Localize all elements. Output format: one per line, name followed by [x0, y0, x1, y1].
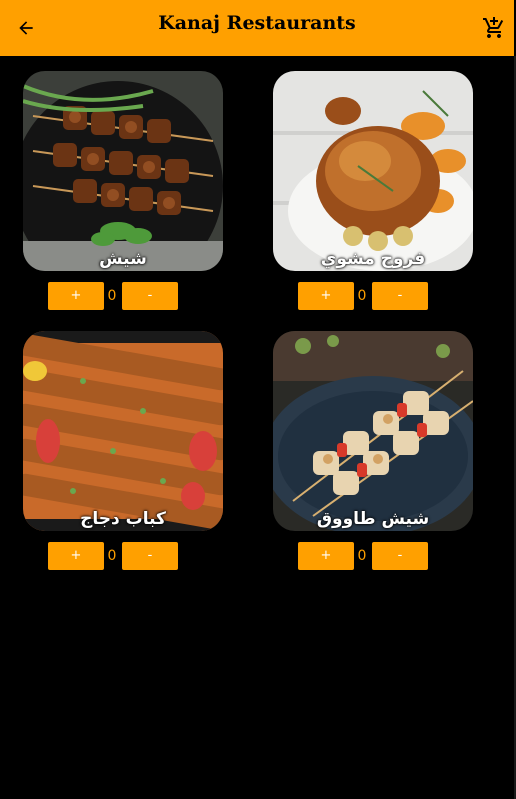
food-image[interactable]: فروج مشوي: [273, 71, 473, 271]
decrease-quantity-button[interactable]: -: [372, 542, 428, 570]
item-name: شيش: [99, 249, 147, 269]
food-image[interactable]: شيش: [23, 71, 223, 271]
increase-quantity-button[interactable]: +: [48, 282, 104, 310]
increase-quantity-button[interactable]: +: [48, 542, 104, 570]
app-bar: Kanaj Restaurants: [0, 0, 514, 56]
decrease-quantity-button[interactable]: -: [122, 282, 178, 310]
add-shopping-cart-icon: [483, 17, 504, 38]
food-image[interactable]: شيش طاووق: [273, 331, 473, 531]
item-quantity: 0: [357, 288, 367, 304]
decrease-quantity-button[interactable]: -: [122, 542, 178, 570]
item-name: شيش طاووق: [316, 509, 430, 529]
item-quantity: 0: [107, 288, 117, 304]
cart-button[interactable]: [480, 14, 508, 42]
page-title: Kanaj Restaurants: [158, 12, 356, 34]
item-quantity: 0: [357, 548, 367, 564]
item-quantity: 0: [107, 548, 117, 564]
item-name: فروج مشوي: [320, 249, 426, 269]
food-image[interactable]: كباب دجاج: [23, 331, 223, 531]
increase-quantity-button[interactable]: +: [298, 542, 354, 570]
decrease-quantity-button[interactable]: -: [372, 282, 428, 310]
increase-quantity-button[interactable]: +: [298, 282, 354, 310]
item-name: كباب دجاج: [80, 509, 166, 529]
